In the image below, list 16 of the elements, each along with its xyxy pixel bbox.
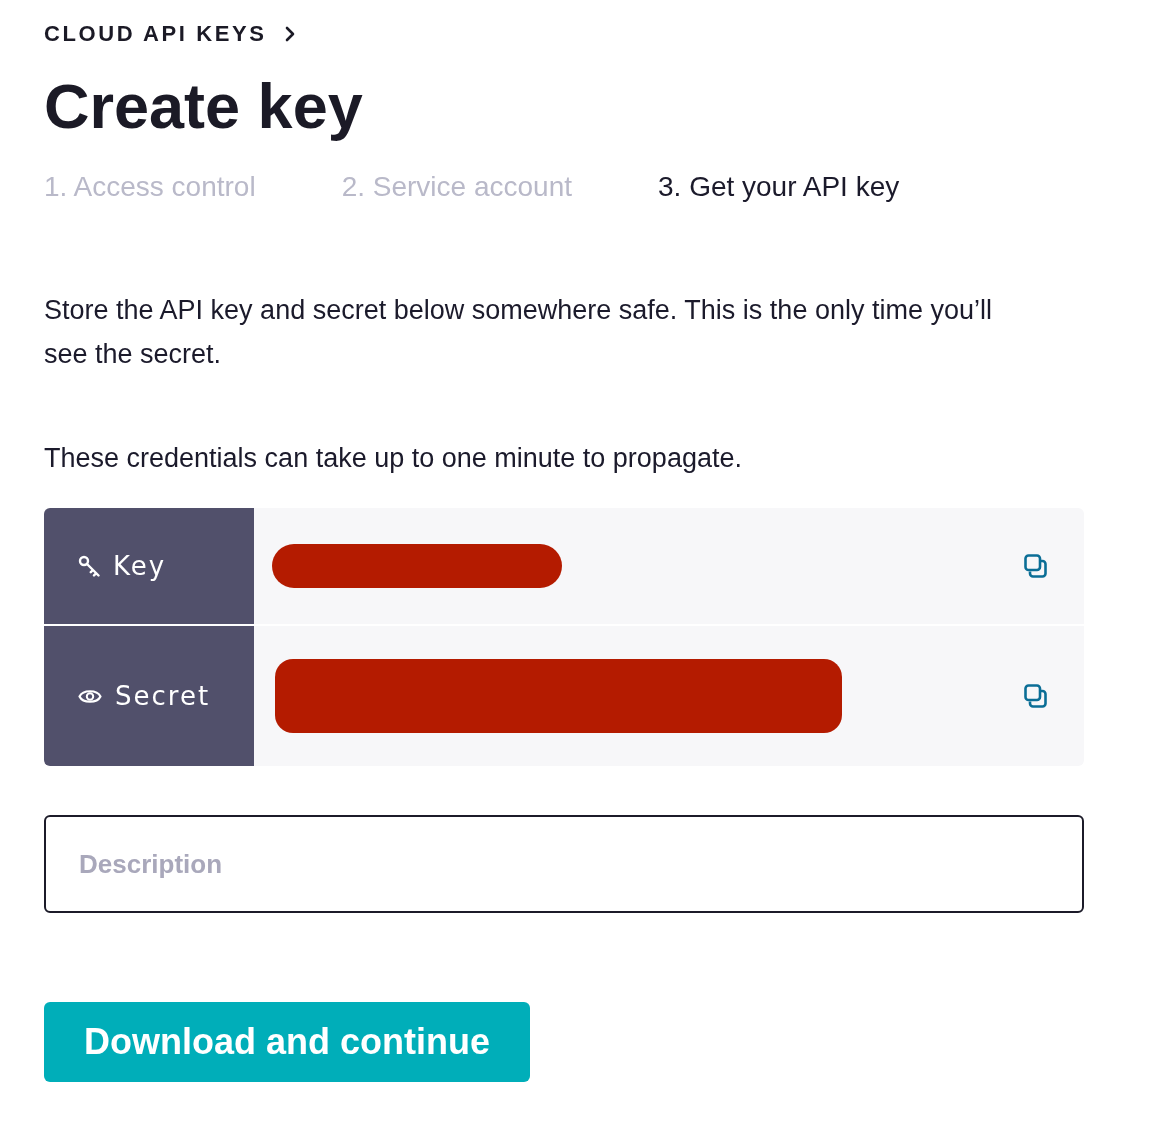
credential-label: Key [113,551,167,581]
key-icon [78,555,100,577]
chevron-right-icon [284,26,295,42]
step-tab[interactable]: 3. Get your API key [658,169,900,205]
description-field[interactable]: Description [44,815,1084,913]
instruction-text: Store the API key and secret below somewhere safe. This is the only time you’ll see the secret. [44,294,993,371]
download-and-continue-button[interactable]: Download and continue [44,1002,530,1082]
credential-label: Secret [115,681,211,711]
copy-icon[interactable] [1024,684,1048,708]
step-tab[interactable]: 1. Access control [44,169,256,205]
breadcrumb-link[interactable]: CLOUD API KEYS [44,20,267,48]
page-title: Create key [44,70,364,143]
step-tab[interactable]: 2. Service account [341,169,572,205]
eye-icon [78,687,102,705]
copy-icon[interactable] [1024,554,1048,578]
instruction-text: These credentials can take up to one minute to propagate. [44,442,743,475]
